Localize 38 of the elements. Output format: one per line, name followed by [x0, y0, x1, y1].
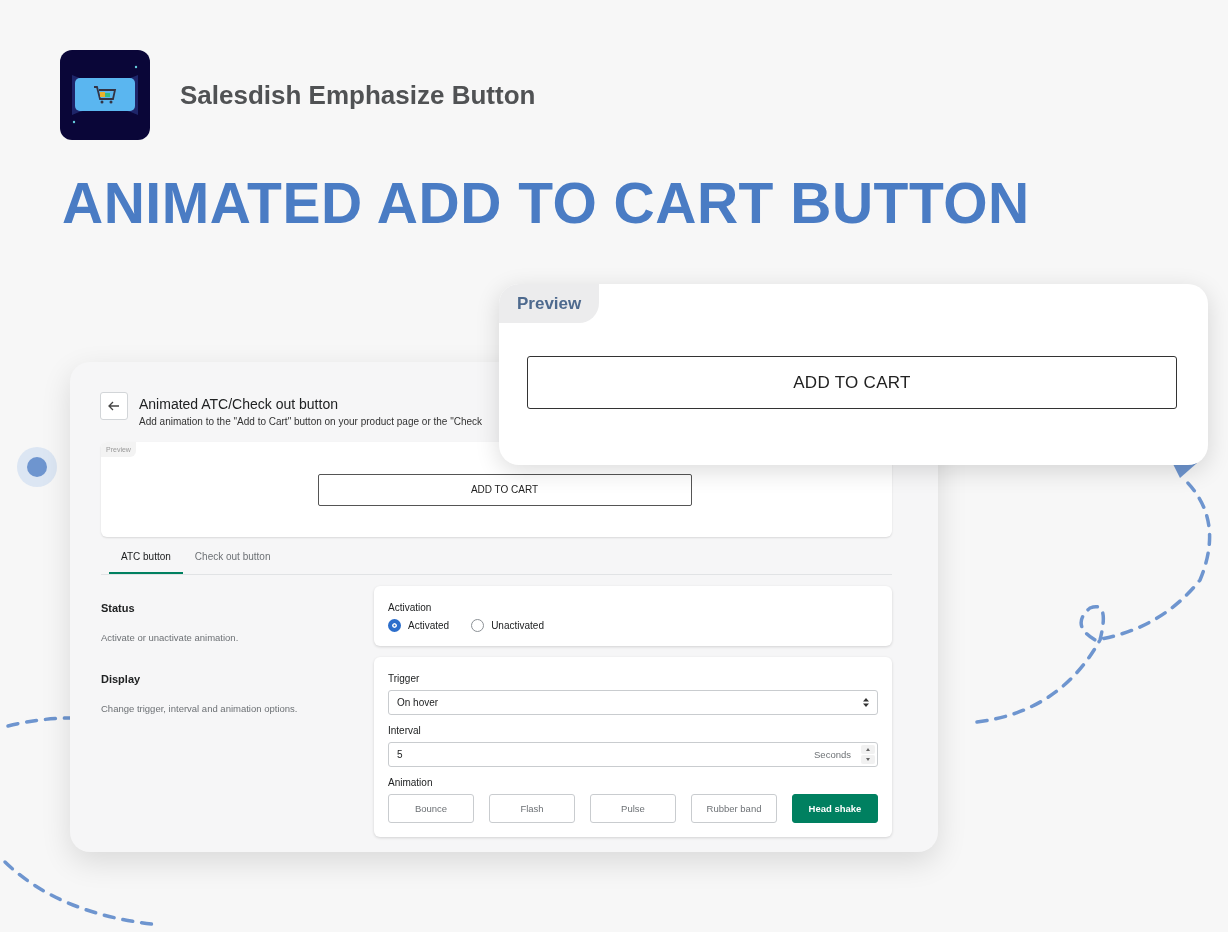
back-button[interactable] [100, 392, 128, 420]
step-up-icon[interactable] [861, 745, 875, 754]
radio-label: Unactivated [491, 620, 544, 631]
section-description: Change trigger, interval and animation options. [101, 703, 299, 714]
radio-option[interactable]: Activated [388, 619, 450, 632]
animation-option-button[interactable]: Bounce [388, 794, 474, 823]
field-label: Interval [388, 725, 422, 736]
field-label: Trigger [388, 673, 421, 684]
animation-option-button[interactable]: Rubber band [691, 794, 777, 823]
select-arrows-icon [863, 698, 869, 707]
add-to-cart-button[interactable]: ADD TO CART [317, 473, 692, 506]
step-down-icon[interactable] [861, 755, 875, 764]
headline: ANIMATED ADD TO CART BUTTON [62, 170, 1031, 236]
section-title: Status [101, 602, 136, 614]
app-name: Salesdish Emphasize Button [180, 79, 536, 111]
tab[interactable]: Check out button [182, 543, 283, 574]
trigger-select[interactable]: On hover [388, 690, 878, 715]
radio-icon[interactable] [471, 619, 485, 632]
field-label: Activation [388, 602, 433, 613]
card-title: Animated ATC/Check out button [139, 396, 339, 412]
animation-option-button[interactable]: Head shake [792, 794, 878, 823]
card-description: Add animation to the "Add to Cart" button on your product page or the "Check [139, 416, 483, 427]
tab[interactable]: ATC button [109, 543, 183, 574]
preview-label: Preview [499, 284, 600, 323]
radio-icon[interactable] [388, 619, 401, 632]
animation-option-button[interactable]: Flash [489, 794, 575, 823]
add-to-cart-button[interactable]: ADD TO CART [527, 356, 1177, 409]
app-logo-icon [60, 50, 150, 140]
back-arrow-icon [108, 401, 120, 411]
unit-label: Seconds [814, 749, 851, 760]
section-description: Activate or unactivate animation. [101, 632, 240, 643]
radio-label: Activated [408, 620, 450, 631]
radio-option[interactable]: Unactivated [471, 619, 544, 632]
section-title: Display [101, 673, 142, 685]
dot-marker-icon [17, 447, 57, 487]
field-label: Animation [388, 777, 434, 788]
interval-field[interactable]: 5 Seconds [388, 742, 878, 767]
animation-option-button[interactable]: Pulse [590, 794, 676, 823]
